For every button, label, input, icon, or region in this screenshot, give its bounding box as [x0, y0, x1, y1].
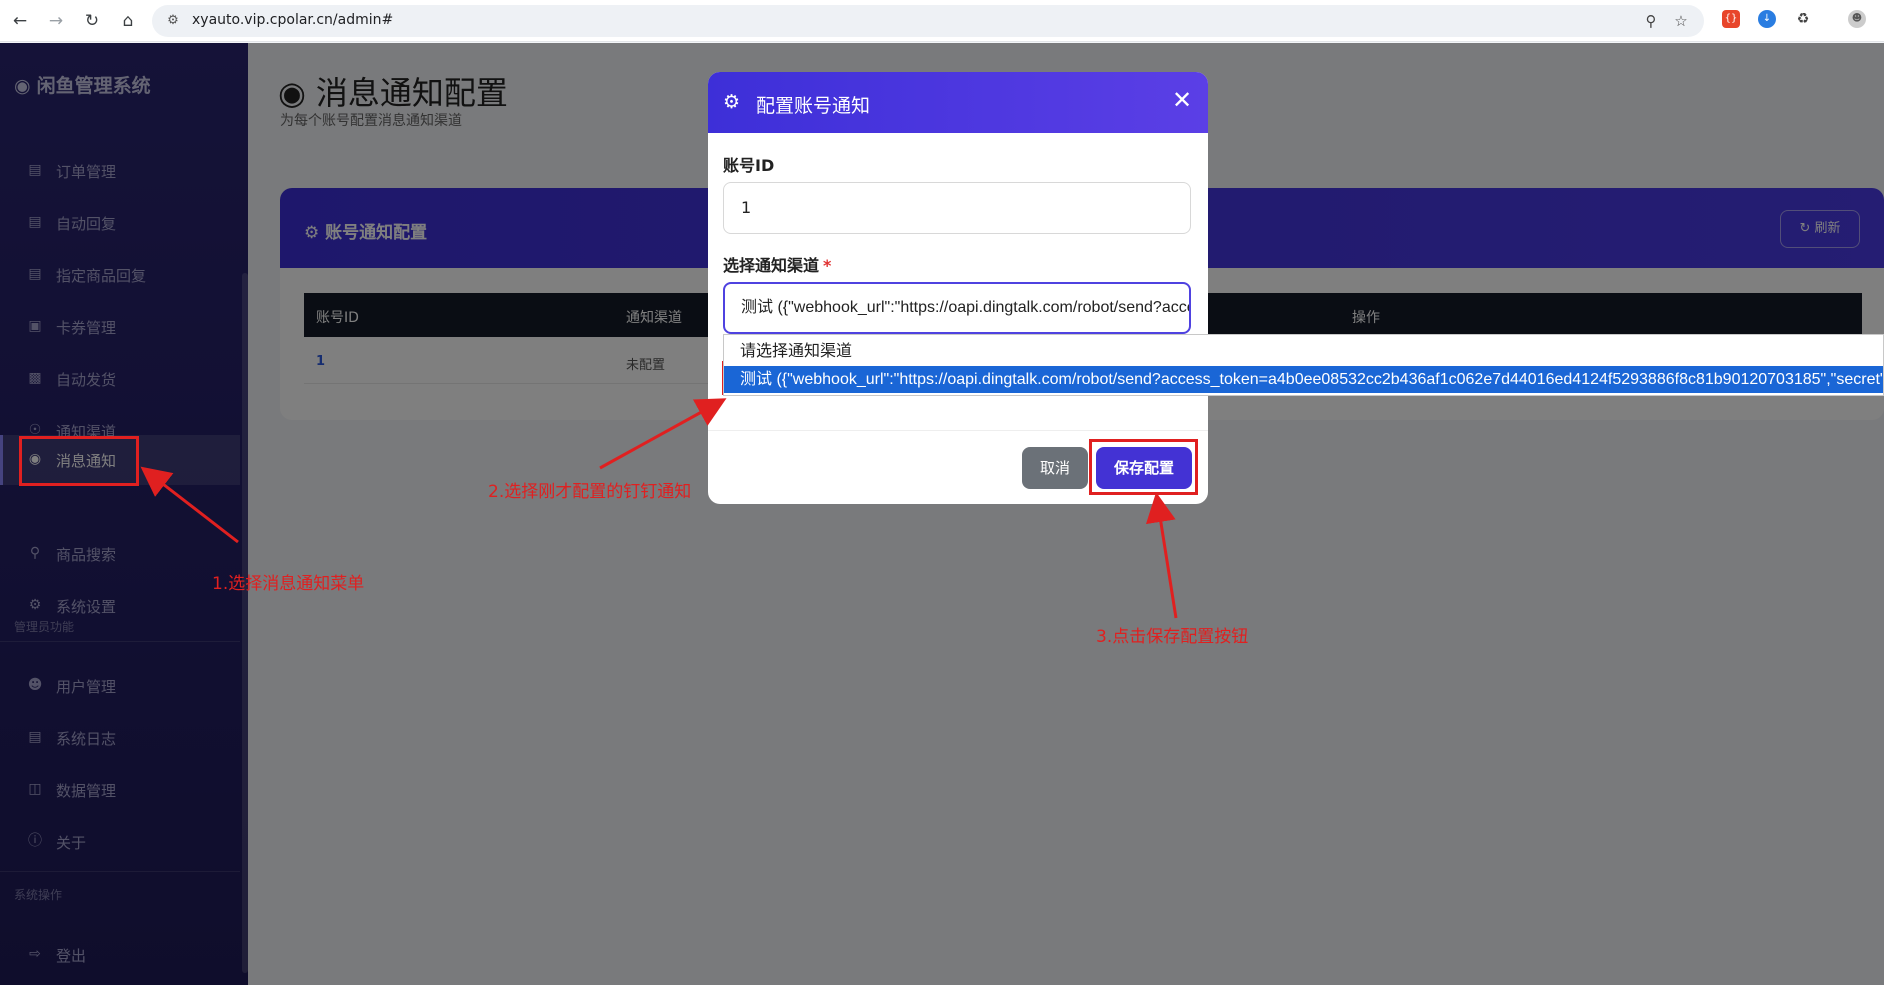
annotation-step1: 1.选择消息通知菜单 [212, 574, 365, 594]
dropdown-option-dingtalk[interactable]: 测试 ({"webhook_url":"https://oapi.dingtal… [724, 366, 1883, 393]
extension-json-icon[interactable]: {} [1722, 10, 1740, 28]
address-bar[interactable]: ⚙ xyauto.vip.cpolar.cn/admin# ⚲ ☆ [152, 5, 1704, 37]
site-info-icon[interactable]: ⚙ [162, 10, 184, 32]
profile-avatar-icon[interactable]: ☻ [1848, 10, 1866, 28]
home-icon[interactable]: ⌂ [116, 9, 140, 33]
key-icon[interactable]: ⚲ [1640, 10, 1662, 32]
gear-icon: ⚙ [723, 91, 741, 113]
cancel-button[interactable]: 取消 [1022, 447, 1088, 489]
annotation-step3: 3.点击保存配置按钮 [1096, 627, 1249, 647]
highlight-box-save [1089, 439, 1198, 495]
channel-label-text: 选择通知渠道 [723, 256, 820, 275]
close-icon[interactable]: ✕ [1170, 88, 1194, 112]
browser-toolbar: ← → ↻ ⌂ ⚙ xyauto.vip.cpolar.cn/admin# ⚲ … [0, 0, 1884, 42]
account-id-input[interactable]: 1 [723, 182, 1191, 234]
modal-header: ⚙ 配置账号通知 ✕ [708, 72, 1208, 133]
annotation-step2: 2.选择刚才配置的钉钉通知 [488, 482, 692, 502]
channel-select[interactable]: 测试 ({"webhook_url":"https://oapi.dingtal… [723, 282, 1191, 334]
modal-title: 配置账号通知 [756, 95, 871, 117]
bookmark-star-icon[interactable]: ☆ [1670, 10, 1692, 32]
channel-label: 选择通知渠道 * [723, 252, 831, 276]
modal-footer-divider [708, 430, 1208, 431]
url-text: xyauto.vip.cpolar.cn/admin# [192, 12, 394, 28]
back-icon[interactable]: ← [8, 9, 32, 33]
account-id-label: 账号ID [723, 156, 775, 175]
extension-download-icon[interactable]: ↓ [1758, 10, 1776, 28]
channel-dropdown: 请选择通知渠道 测试 ({"webhook_url":"https://oapi… [723, 334, 1884, 396]
required-mark: * [823, 256, 832, 275]
forward-icon[interactable]: → [44, 9, 68, 33]
dropdown-option-placeholder[interactable]: 请选择通知渠道 [724, 338, 1883, 365]
highlight-box-menu [19, 436, 139, 486]
extensions-puzzle-icon[interactable]: ♻ [1794, 10, 1812, 28]
reload-icon[interactable]: ↻ [80, 9, 104, 33]
